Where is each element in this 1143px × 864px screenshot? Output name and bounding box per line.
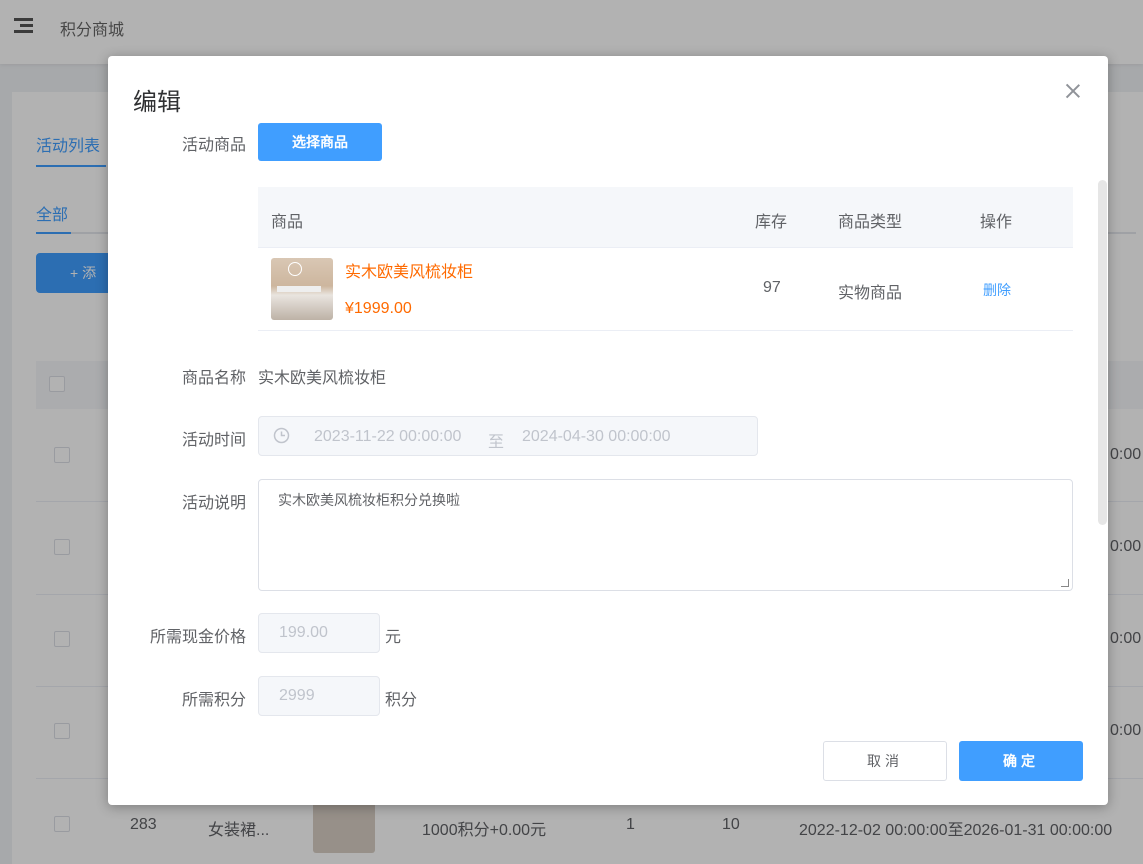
label: 活动商品 xyxy=(181,137,246,154)
label: 商品名称 xyxy=(181,370,246,387)
end-time: 2024-04-30 00:00:00 xyxy=(522,428,671,445)
product-thumbnail xyxy=(271,258,333,320)
scrollbar[interactable] xyxy=(1098,180,1107,525)
clock-icon xyxy=(273,427,290,444)
label: 所需现金价格 xyxy=(149,629,246,646)
product-name-value: 实木欧美风梳妆柜 xyxy=(258,370,387,387)
confirm-button[interactable]: 确定 xyxy=(959,741,1083,781)
stock-cell: 97 xyxy=(763,279,781,296)
close-icon[interactable] xyxy=(1064,82,1082,100)
select-product-button[interactable]: 选择商品 xyxy=(258,123,382,161)
activity-time-range[interactable]: 2023-11-22 00:00:00 至 2024-04-30 00:00:0… xyxy=(258,416,758,456)
column-header: 库存 xyxy=(755,214,788,231)
product-table-header: 商品 库存 商品类型 操作 xyxy=(258,187,1073,248)
points-input[interactable]: 2999 xyxy=(258,676,380,716)
type-cell: 实物商品 xyxy=(838,285,903,302)
edit-dialog: 编辑 活动商品 选择商品 商品 库存 商品类型 操作 实木欧美风梳妆柜 ¥199… xyxy=(108,56,1108,805)
column-header: 商品类型 xyxy=(838,214,903,231)
table-row: 实木欧美风梳妆柜 ¥1999.00 97 实物商品 删除 xyxy=(258,248,1073,331)
label: 活动说明 xyxy=(181,495,246,512)
description-textarea[interactable]: 实木欧美风梳妆柜积分兑换啦 xyxy=(258,479,1073,591)
delete-link[interactable]: 删除 xyxy=(983,280,1011,300)
unit-label: 元 xyxy=(385,629,402,646)
start-time: 2023-11-22 00:00:00 xyxy=(314,428,462,445)
resize-handle[interactable] xyxy=(1061,579,1069,587)
cancel-button[interactable]: 取消 xyxy=(823,741,947,781)
product-name[interactable]: 实木欧美风梳妆柜 xyxy=(345,258,473,282)
product-price: ¥1999.00 xyxy=(345,300,412,317)
label: 活动时间 xyxy=(181,432,246,449)
label: 所需积分 xyxy=(181,692,246,709)
column-header: 商品 xyxy=(271,214,304,231)
range-separator: 至 xyxy=(488,434,505,451)
dialog-title: 编辑 xyxy=(133,89,181,116)
unit-label: 积分 xyxy=(385,692,418,709)
cash-price-input[interactable]: 199.00 xyxy=(258,613,380,653)
description-text: 实木欧美风梳妆柜积分兑换啦 xyxy=(278,492,460,508)
column-header: 操作 xyxy=(980,214,1013,231)
